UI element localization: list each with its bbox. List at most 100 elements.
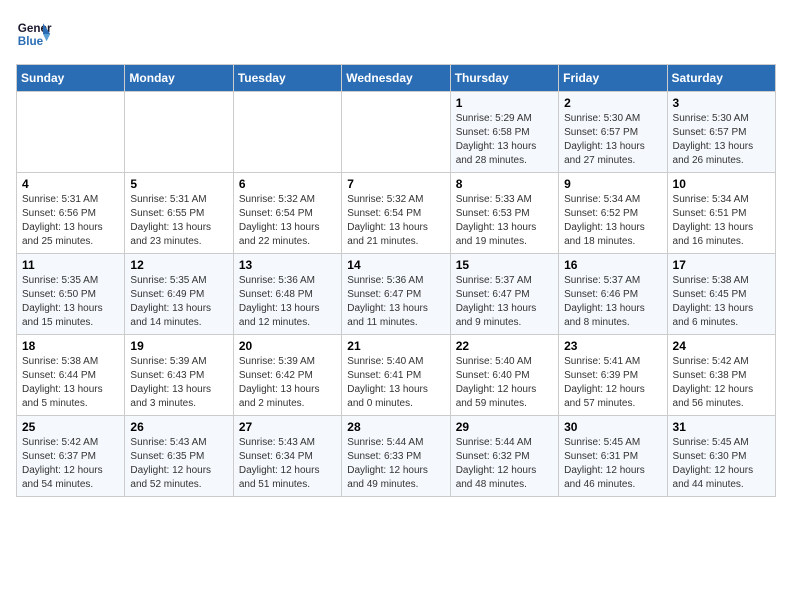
weekday-header-saturday: Saturday [667,65,775,92]
day-number: 31 [673,420,770,434]
day-info: Sunrise: 5:31 AM Sunset: 6:56 PM Dayligh… [22,193,119,249]
logo: General Blue [16,16,52,52]
day-number: 11 [22,258,119,272]
weekday-header-friday: Friday [559,65,667,92]
day-cell: 7 Sunrise: 5:32 AM Sunset: 6:54 PM Daylig… [342,173,450,254]
day-info: Sunrise: 5:44 AM Sunset: 6:33 PM Dayligh… [347,436,444,492]
day-cell: 1Sunrise: 5:29 AM Sunset: 6:58 PM Daylig… [450,92,558,173]
svg-text:Blue: Blue [18,35,44,48]
day-cell: 31 Sunrise: 5:45 AM Sunset: 6:30 PM Dayli… [667,416,775,497]
day-info: Sunrise: 5:37 AM Sunset: 6:47 PM Dayligh… [456,274,553,330]
day-number: 20 [239,339,336,353]
day-cell: 10 Sunrise: 5:34 AM Sunset: 6:51 PM Dayli… [667,173,775,254]
day-cell: 9 Sunrise: 5:34 AM Sunset: 6:52 PM Daylig… [559,173,667,254]
day-number: 8 [456,177,553,191]
weekday-row: SundayMondayTuesdayWednesdayThursdayFrid… [17,65,776,92]
day-info: Sunrise: 5:39 AM Sunset: 6:43 PM Dayligh… [130,355,227,411]
day-cell: 28Sunrise: 5:44 AM Sunset: 6:33 PM Dayli… [342,416,450,497]
day-info: Sunrise: 5:34 AM Sunset: 6:52 PM Dayligh… [564,193,661,249]
day-number: 17 [673,258,770,272]
day-info: Sunrise: 5:37 AM Sunset: 6:46 PM Dayligh… [564,274,661,330]
day-cell: 8 Sunrise: 5:33 AM Sunset: 6:53 PM Daylig… [450,173,558,254]
day-number: 25 [22,420,119,434]
day-info: Sunrise: 5:42 AM Sunset: 6:38 PM Dayligh… [673,355,770,411]
day-info: Sunrise: 5:38 AM Sunset: 6:45 PM Dayligh… [673,274,770,330]
day-cell: 24 Sunrise: 5:42 AM Sunset: 6:38 PM Dayli… [667,335,775,416]
day-cell: 22 Sunrise: 5:40 AM Sunset: 6:40 PM Dayli… [450,335,558,416]
week-row-1: 1Sunrise: 5:29 AM Sunset: 6:58 PM Daylig… [17,92,776,173]
day-info: Sunrise: 5:31 AM Sunset: 6:55 PM Dayligh… [130,193,227,249]
day-number: 13 [239,258,336,272]
day-number: 5 [130,177,227,191]
weekday-header-tuesday: Tuesday [233,65,341,92]
day-cell: 23 Sunrise: 5:41 AM Sunset: 6:39 PM Dayli… [559,335,667,416]
day-cell [17,92,125,173]
day-cell: 27Sunrise: 5:43 AM Sunset: 6:34 PM Dayli… [233,416,341,497]
day-number: 16 [564,258,661,272]
day-info: Sunrise: 5:38 AM Sunset: 6:44 PM Dayligh… [22,355,119,411]
day-number: 18 [22,339,119,353]
day-cell [342,92,450,173]
day-info: Sunrise: 5:45 AM Sunset: 6:30 PM Dayligh… [673,436,770,492]
day-number: 6 [239,177,336,191]
day-cell: 13 Sunrise: 5:36 AM Sunset: 6:48 PM Dayli… [233,254,341,335]
day-info: Sunrise: 5:32 AM Sunset: 6:54 PM Dayligh… [347,193,444,249]
week-row-4: 18 Sunrise: 5:38 AM Sunset: 6:44 PM Dayli… [17,335,776,416]
day-number: 24 [673,339,770,353]
page-header: General Blue [16,16,776,52]
week-row-5: 25 Sunrise: 5:42 AM Sunset: 6:37 PM Dayli… [17,416,776,497]
day-info: Sunrise: 5:36 AM Sunset: 6:47 PM Dayligh… [347,274,444,330]
day-number: 21 [347,339,444,353]
weekday-header-wednesday: Wednesday [342,65,450,92]
day-cell: 11 Sunrise: 5:35 AM Sunset: 6:50 PM Dayli… [17,254,125,335]
day-info: Sunrise: 5:41 AM Sunset: 6:39 PM Dayligh… [564,355,661,411]
day-number: 30 [564,420,661,434]
day-cell: 4 Sunrise: 5:31 AM Sunset: 6:56 PM Daylig… [17,173,125,254]
week-row-3: 11 Sunrise: 5:35 AM Sunset: 6:50 PM Dayli… [17,254,776,335]
day-info: Sunrise: 5:36 AM Sunset: 6:48 PM Dayligh… [239,274,336,330]
day-number: 29 [456,420,553,434]
day-info: Sunrise: 5:30 AM Sunset: 6:57 PM Dayligh… [564,112,661,168]
day-number: 26 [130,420,227,434]
day-info: Sunrise: 5:35 AM Sunset: 6:49 PM Dayligh… [130,274,227,330]
day-info: Sunrise: 5:45 AM Sunset: 6:31 PM Dayligh… [564,436,661,492]
day-number: 2 [564,96,661,110]
day-number: 7 [347,177,444,191]
day-info: Sunrise: 5:34 AM Sunset: 6:51 PM Dayligh… [673,193,770,249]
day-cell: 5 Sunrise: 5:31 AM Sunset: 6:55 PM Daylig… [125,173,233,254]
day-info: Sunrise: 5:33 AM Sunset: 6:53 PM Dayligh… [456,193,553,249]
day-cell: 16 Sunrise: 5:37 AM Sunset: 6:46 PM Dayli… [559,254,667,335]
day-number: 10 [673,177,770,191]
day-cell: 2 Sunrise: 5:30 AM Sunset: 6:57 PM Daylig… [559,92,667,173]
day-info: Sunrise: 5:42 AM Sunset: 6:37 PM Dayligh… [22,436,119,492]
weekday-header-thursday: Thursday [450,65,558,92]
day-cell: 18 Sunrise: 5:38 AM Sunset: 6:44 PM Dayli… [17,335,125,416]
day-number: 14 [347,258,444,272]
day-number: 23 [564,339,661,353]
day-info: Sunrise: 5:32 AM Sunset: 6:54 PM Dayligh… [239,193,336,249]
day-info: Sunrise: 5:40 AM Sunset: 6:41 PM Dayligh… [347,355,444,411]
day-cell: 12 Sunrise: 5:35 AM Sunset: 6:49 PM Dayli… [125,254,233,335]
day-number: 12 [130,258,227,272]
day-info: Sunrise: 5:35 AM Sunset: 6:50 PM Dayligh… [22,274,119,330]
day-number: 4 [22,177,119,191]
weekday-header-monday: Monday [125,65,233,92]
day-cell: 30 Sunrise: 5:45 AM Sunset: 6:31 PM Dayli… [559,416,667,497]
day-info: Sunrise: 5:43 AM Sunset: 6:35 PM Dayligh… [130,436,227,492]
day-number: 9 [564,177,661,191]
day-number: 27 [239,420,336,434]
day-number: 22 [456,339,553,353]
day-info: Sunrise: 5:40 AM Sunset: 6:40 PM Dayligh… [456,355,553,411]
calendar-table: SundayMondayTuesdayWednesdayThursdayFrid… [16,64,776,497]
day-number: 15 [456,258,553,272]
day-cell: 6 Sunrise: 5:32 AM Sunset: 6:54 PM Daylig… [233,173,341,254]
calendar-body: 1Sunrise: 5:29 AM Sunset: 6:58 PM Daylig… [17,92,776,497]
day-info: Sunrise: 5:30 AM Sunset: 6:57 PM Dayligh… [673,112,770,168]
day-cell: 29 Sunrise: 5:44 AM Sunset: 6:32 PM Dayli… [450,416,558,497]
day-cell: 17 Sunrise: 5:38 AM Sunset: 6:45 PM Dayli… [667,254,775,335]
day-cell: 26 Sunrise: 5:43 AM Sunset: 6:35 PM Dayli… [125,416,233,497]
day-info: Sunrise: 5:39 AM Sunset: 6:42 PM Dayligh… [239,355,336,411]
day-number: 3 [673,96,770,110]
day-info: Sunrise: 5:44 AM Sunset: 6:32 PM Dayligh… [456,436,553,492]
day-cell: 14 Sunrise: 5:36 AM Sunset: 6:47 PM Dayli… [342,254,450,335]
